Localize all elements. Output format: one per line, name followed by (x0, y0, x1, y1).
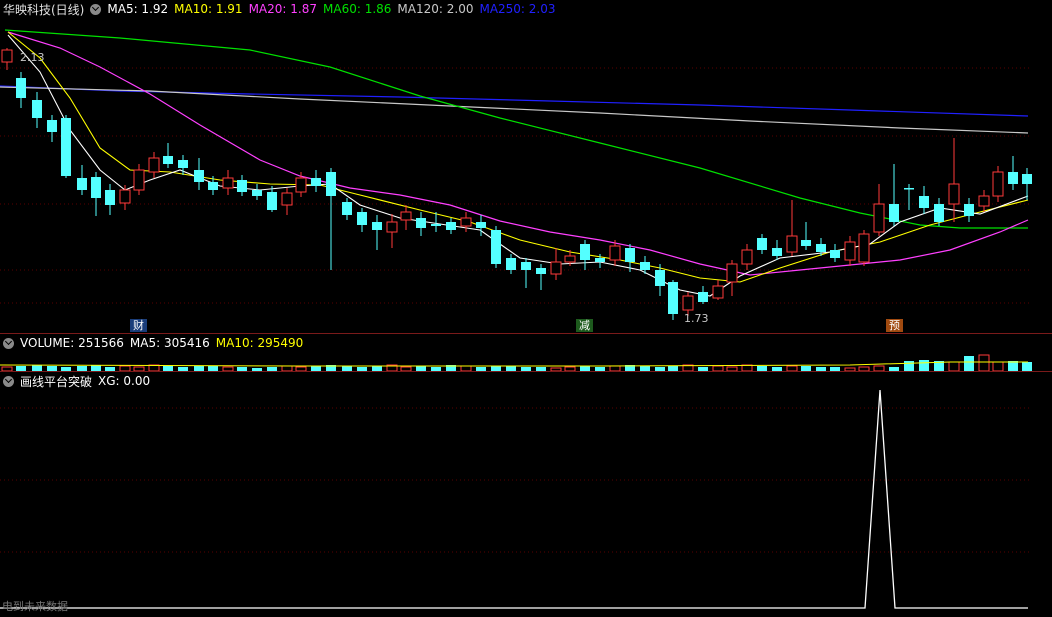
price-chart[interactable]: 2.13 1.73 (0, 0, 1052, 333)
candle-body (1, 49, 13, 63)
candle-body (32, 100, 42, 118)
candle-body (105, 190, 115, 205)
candle-body (178, 160, 188, 168)
candle-body (267, 192, 277, 210)
volume-bar (919, 360, 929, 371)
candle-body (595, 258, 605, 262)
candle-body (506, 258, 516, 270)
volume-bar (964, 356, 974, 371)
volume-ma10-line (0, 361, 1028, 367)
volume-bar (948, 361, 960, 371)
candle-body (357, 212, 367, 225)
candle-body (992, 171, 1004, 197)
candle-body (934, 204, 944, 222)
candle-body (948, 183, 960, 205)
candle-body (222, 177, 234, 189)
candle-body (1008, 172, 1018, 184)
candle-body (16, 78, 26, 98)
footer-text: 电到未来数据 (2, 600, 68, 613)
candle-body (311, 178, 321, 186)
candle-body (148, 157, 160, 173)
candle-body (281, 192, 293, 206)
candle-body (431, 224, 441, 226)
candle-body (858, 233, 870, 263)
candle-body (237, 180, 247, 192)
candle-body (904, 188, 914, 190)
candlestick-series (1, 48, 1032, 320)
event-marker-forecast[interactable]: 预 (886, 319, 903, 332)
ma60-line (4, 29, 1028, 229)
candle-body (889, 204, 899, 222)
candle-body (741, 249, 753, 265)
ma5-line (7, 34, 1029, 297)
low-price-label: 1.73 (684, 312, 709, 325)
volume-bar (992, 361, 1004, 371)
candle-body (252, 190, 262, 196)
volume-bar (1022, 362, 1032, 371)
event-marker-reduction[interactable]: 减 (576, 319, 593, 332)
candle-body (978, 195, 990, 207)
candle-body (1022, 174, 1032, 184)
candle-body (580, 244, 590, 260)
candle-body (625, 248, 635, 262)
volume-panel[interactable]: VOLUME: 251566 MA5: 305416 MA10: 295490 (0, 334, 1052, 371)
candle-body (194, 170, 204, 182)
candle-body (564, 255, 576, 263)
candle-body (726, 263, 738, 283)
candle-body (830, 250, 840, 258)
xg-signal-line (0, 389, 1028, 609)
candle-body (77, 178, 87, 190)
signal-panel[interactable]: 画线平台突破 XG: 0.00 电到未来数据 (0, 372, 1052, 617)
ma250-line (0, 85, 1029, 117)
candle-body (668, 282, 678, 314)
signal-chart[interactable] (0, 372, 1052, 617)
candle-body (460, 217, 472, 227)
volume-bars (0, 354, 1032, 371)
volume-bar (904, 361, 914, 371)
volume-bar (978, 354, 990, 371)
candle-body (786, 235, 798, 253)
candle-body (640, 262, 650, 270)
price-panel[interactable]: 华映科技(日线) MA5: 1.92 MA10: 1.91 MA20: 1.87… (0, 0, 1052, 333)
candle-body (655, 270, 665, 286)
candle-body (873, 203, 885, 233)
candle-body (698, 292, 708, 302)
candle-body (326, 172, 336, 196)
candle-body (801, 240, 811, 246)
candle-body (964, 204, 974, 216)
candle-body (536, 268, 546, 274)
event-marker-earnings[interactable]: 财 (130, 319, 147, 332)
candle-body (416, 218, 426, 228)
candle-body (919, 196, 929, 208)
volume-chart[interactable] (0, 334, 1052, 371)
candle-body (400, 211, 412, 221)
candle-body (757, 238, 767, 250)
ma10-line (7, 31, 1029, 283)
candle-body (476, 222, 486, 228)
candle-body (386, 221, 398, 233)
candle-body (163, 156, 173, 164)
candle-body (91, 177, 101, 198)
candle-body (772, 248, 782, 256)
candle-body (682, 295, 694, 311)
candle-body (550, 261, 562, 275)
candle-body (712, 285, 724, 299)
candle-body (208, 182, 218, 190)
candle-body (844, 241, 856, 261)
candle-body (372, 222, 382, 230)
candle-body (119, 189, 131, 204)
high-price-label: 2.13 (20, 51, 45, 64)
candle-body (61, 118, 71, 176)
candle-body (521, 262, 531, 270)
candle-body (609, 245, 621, 261)
candle-body (133, 169, 145, 191)
candle-body (491, 230, 501, 264)
candle-body (342, 202, 352, 215)
candle-body (295, 177, 307, 193)
candle-body (47, 120, 57, 132)
candle-body (446, 222, 456, 230)
ma120-line (0, 86, 1029, 134)
candle-body (816, 244, 826, 252)
